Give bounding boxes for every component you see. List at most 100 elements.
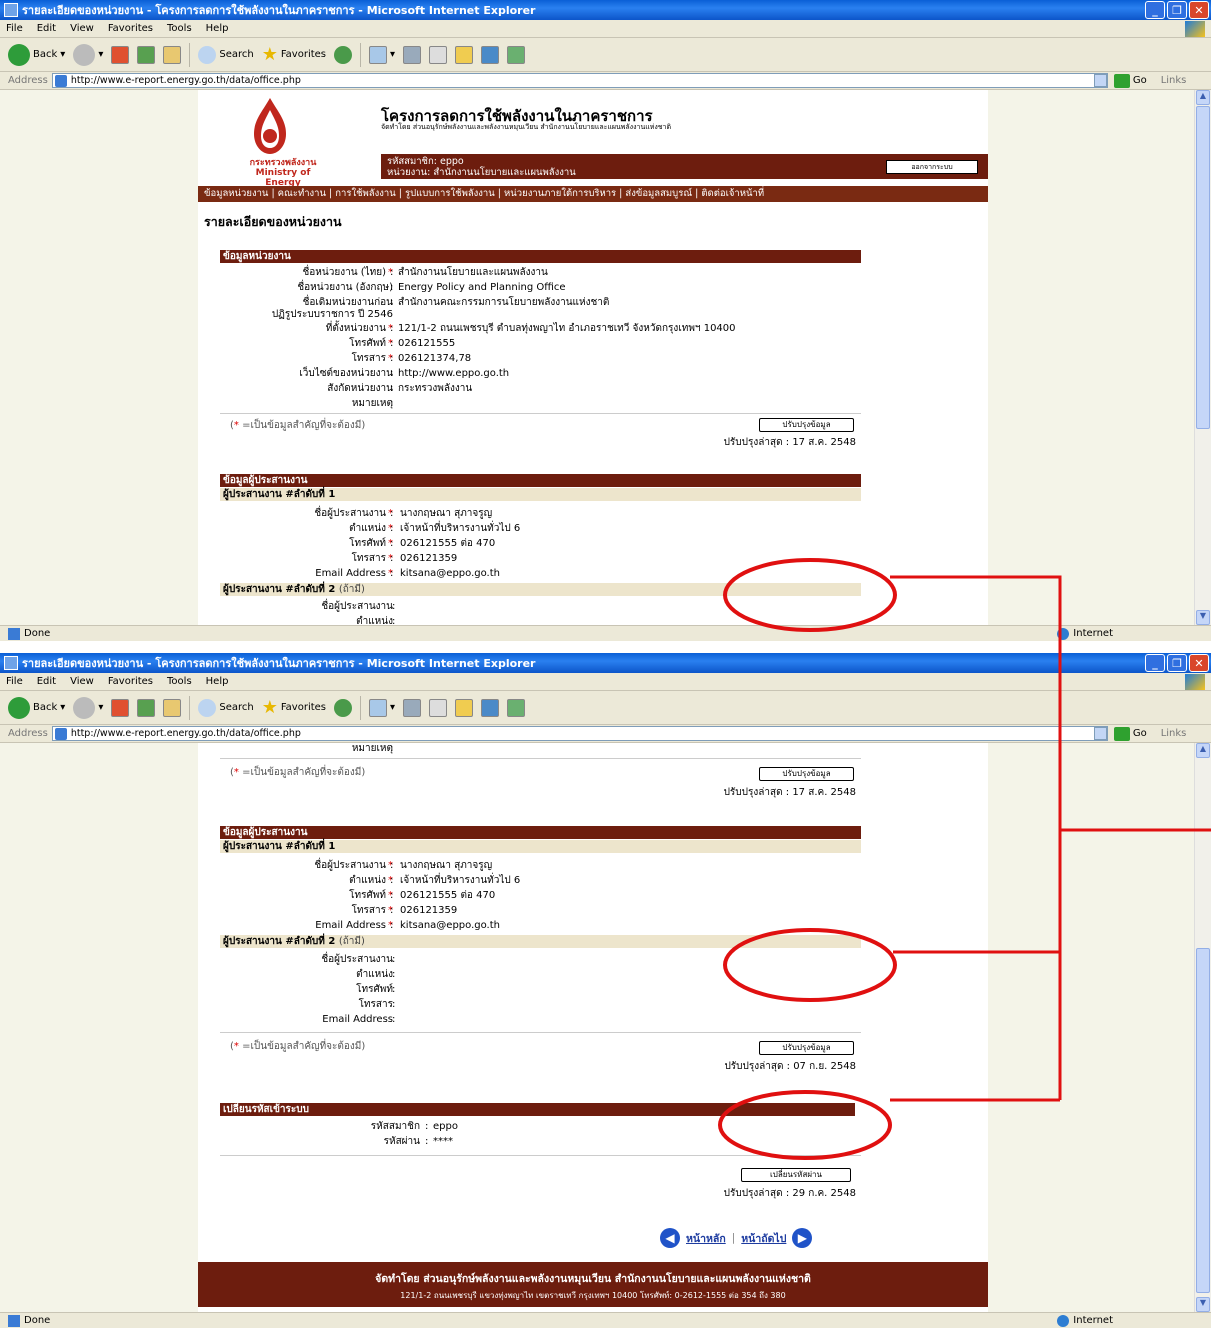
go-button[interactable]: Go [1113, 726, 1147, 741]
update-coordinator-button[interactable]: ปรับปรุงข้อมูล [759, 1041, 854, 1055]
nav-energy-pattern[interactable]: รูปแบบการใช้พลังงาน [405, 188, 495, 199]
back-button[interactable]: Back ▾ [8, 43, 65, 66]
nav-sub-units[interactable]: หน่วยงานภายใต้การบริหาร [504, 188, 616, 199]
forward-button[interactable]: ▾ [73, 43, 103, 66]
divider [220, 1032, 861, 1033]
address-bar: Address http://www.e-report.energy.go.th… [0, 72, 1211, 90]
minimize-button[interactable]: _ [1145, 654, 1165, 672]
folder-button[interactable] [455, 698, 474, 717]
maximize-button[interactable]: ❐ [1167, 654, 1187, 672]
messenger-button[interactable] [507, 45, 526, 64]
home-arrow-icon[interactable]: ◀ [660, 1228, 680, 1248]
unit-section-heading: ข้อมูลหน่วยงาน [220, 250, 861, 263]
nav-working-group[interactable]: คณะทำงาน [278, 188, 326, 199]
update-unit-button[interactable]: ปรับปรุงข้อมูล [759, 418, 854, 432]
scroll-up-icon[interactable]: ▲ [1196, 743, 1210, 758]
menu-tools[interactable]: Tools [167, 23, 192, 34]
search-button[interactable]: Search [198, 698, 254, 717]
nav-unit-info[interactable]: ข้อมูลหน่วยงาน [204, 188, 268, 199]
address-input[interactable]: http://www.e-report.energy.go.th/data/of… [51, 726, 1108, 741]
update-unit-button[interactable]: ปรับปรุงข้อมูล [759, 767, 854, 781]
address-dropdown-icon[interactable] [1093, 727, 1107, 740]
folder-button[interactable] [455, 45, 474, 64]
history-button[interactable] [334, 45, 353, 64]
home-link[interactable]: หน้าหลัก [686, 1230, 726, 1247]
messenger-button[interactable] [507, 698, 526, 717]
menu-file[interactable]: File [6, 676, 23, 687]
next-link[interactable]: หน้าถัดไป [741, 1230, 786, 1247]
mail-icon [369, 45, 388, 64]
maximize-button[interactable]: ❐ [1167, 1, 1187, 19]
menu-favorites[interactable]: Favorites [108, 23, 153, 34]
change-password-button[interactable]: เปลี่ยนรหัสผ่าน [741, 1168, 851, 1182]
required-note: (* =เป็นข้อมูลสำคัญที่จะต้องมี) [230, 1041, 366, 1052]
history-button[interactable] [334, 698, 353, 717]
favorites-button[interactable]: ★ Favorites [262, 697, 326, 718]
edit-button[interactable] [429, 45, 448, 64]
refresh-button[interactable] [137, 698, 156, 717]
scroll-down-icon[interactable]: ▼ [1196, 1297, 1210, 1312]
scroll-up-icon[interactable]: ▲ [1196, 90, 1210, 105]
status-bar: Done Internet [0, 1312, 1211, 1328]
scrollbar[interactable]: ▲ ▼ [1194, 90, 1211, 625]
next-arrow-icon[interactable]: ▶ [792, 1228, 813, 1248]
go-button[interactable]: Go [1113, 73, 1147, 88]
minimize-button[interactable]: _ [1145, 1, 1165, 19]
menu-file[interactable]: File [6, 23, 23, 34]
mail-button[interactable]: ▾ [369, 45, 395, 64]
menu-edit[interactable]: Edit [37, 676, 56, 687]
scroll-down-icon[interactable]: ▼ [1196, 610, 1210, 625]
search-button[interactable]: Search [198, 45, 254, 64]
address-bar: Address http://www.e-report.energy.go.th… [0, 725, 1211, 743]
required-note: (* =เป็นข้อมูลสำคัญที่จะต้องมี) [230, 767, 366, 778]
links-toolbar[interactable]: Links [1161, 75, 1187, 86]
title-bar: รายละเอียดของหน่วยงาน - โครงการลดการใช้พ… [0, 653, 1211, 673]
home-button[interactable] [163, 45, 182, 64]
menu-help[interactable]: Help [206, 676, 229, 687]
links-toolbar[interactable]: Links [1161, 728, 1187, 739]
go-arrow-icon [1113, 726, 1130, 741]
field-row: เว็บไซต์ของหน่วยงาน: http://www.eppo.go.t… [299, 368, 510, 379]
windows-flag-icon [1185, 21, 1205, 37]
address-dropdown-icon[interactable] [1093, 74, 1107, 87]
logout-button[interactable]: ออกจากระบบ [886, 160, 978, 174]
page-icon [54, 727, 67, 740]
menu-favorites[interactable]: Favorites [108, 676, 153, 687]
media-button[interactable] [481, 45, 500, 64]
menu-tools[interactable]: Tools [167, 676, 192, 687]
coordinator-2-heading: ผู้ประสานงาน #ลำดับที่ 2 (ถ้ามี) [220, 583, 861, 596]
toolbar: Back ▾ ▾ Search ★ Favorites ▾ [0, 691, 1211, 725]
back-button[interactable]: Back ▾ [8, 696, 65, 719]
coordinator-1-heading: ผู้ประสานงาน #ลำดับที่ 1 [220, 488, 861, 501]
print-button[interactable] [403, 45, 422, 64]
nav-contact[interactable]: ติดต่อเจ้าหน้าที่ [701, 188, 764, 199]
scroll-thumb[interactable] [1196, 106, 1210, 429]
scroll-thumb[interactable] [1196, 948, 1210, 1293]
mail-button[interactable]: ▾ [369, 698, 395, 717]
forward-button[interactable]: ▾ [73, 696, 103, 719]
nav-energy-use[interactable]: การใช้พลังงาน [335, 188, 395, 199]
stop-button[interactable] [111, 698, 130, 717]
home-icon [163, 45, 182, 64]
window-title: รายละเอียดของหน่วยงาน - โครงการลดการใช้พ… [22, 4, 536, 17]
favorites-button[interactable]: ★ Favorites [262, 44, 326, 65]
field-row: โทรศัพท์ *:026121555 ต่อ 470 [349, 890, 496, 901]
menu-help[interactable]: Help [206, 23, 229, 34]
media-button[interactable] [481, 698, 500, 717]
last-updated: ปรับปรุงล่าสุด : 29 ก.ค. 2548 [723, 1188, 856, 1199]
print-button[interactable] [403, 698, 422, 717]
menu-edit[interactable]: Edit [37, 23, 56, 34]
close-button[interactable]: ✕ [1189, 654, 1209, 672]
menu-view[interactable]: View [70, 23, 94, 34]
nav-submit[interactable]: ส่งข้อมูลสมบูรณ์ [625, 188, 692, 199]
home-button[interactable] [163, 698, 182, 717]
edit-button[interactable] [429, 698, 448, 717]
stop-icon [111, 698, 130, 717]
close-button[interactable]: ✕ [1189, 1, 1209, 19]
address-input[interactable]: http://www.e-report.energy.go.th/data/of… [51, 73, 1108, 88]
menu-view[interactable]: View [70, 676, 94, 687]
stop-button[interactable] [111, 45, 130, 64]
refresh-button[interactable] [137, 45, 156, 64]
menu-bar: File Edit View Favorites Tools Help [0, 20, 1211, 38]
scrollbar[interactable]: ▲ ▼ [1194, 743, 1211, 1312]
